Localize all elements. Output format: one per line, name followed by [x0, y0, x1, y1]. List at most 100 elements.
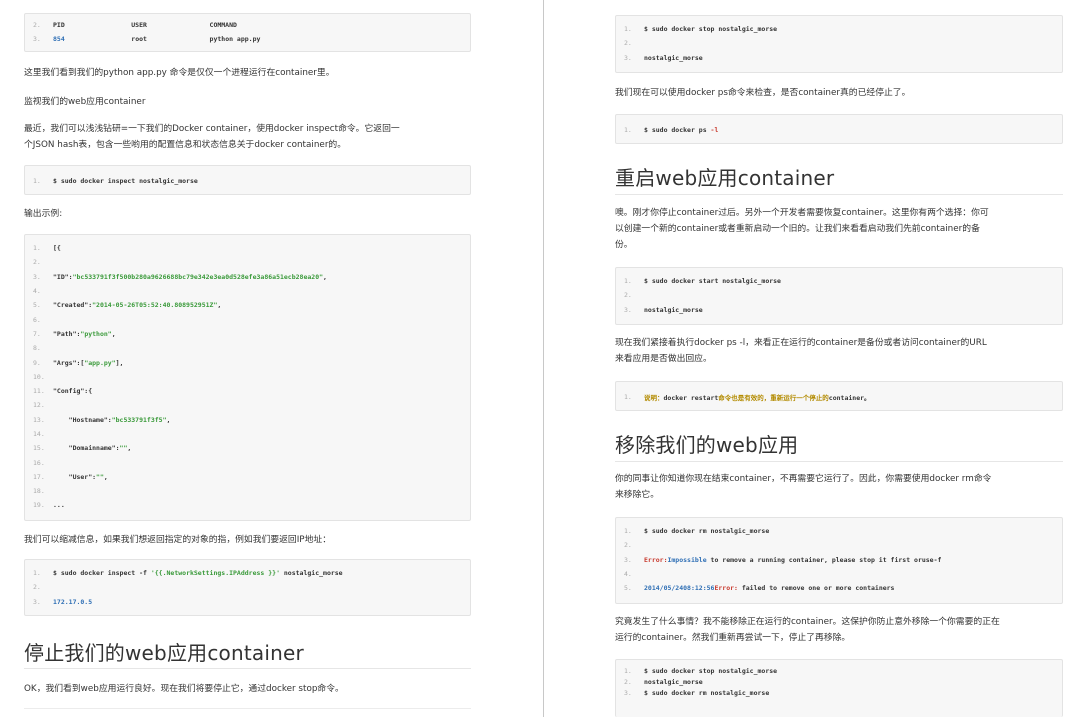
line-number: 19. — [33, 501, 45, 510]
code-line: 6. — [33, 312, 462, 326]
paragraph-stop-intro: OK，我们看到web应用运行良好。现在我们将要停止它，通过docker stop… — [24, 684, 344, 694]
line-number: 1. — [624, 527, 632, 536]
paragraph-ps-check-line1: 现在我们紧接着执行docker ps -l，来看正在运行的container是备… — [615, 338, 987, 348]
heading-underline — [24, 668, 471, 669]
code-token: nostalgic_morse — [644, 53, 703, 62]
code-token: $ sudo docker stop nostalgic_morse — [644, 25, 778, 34]
paragraph-process-note: 这里我们看到我们的python app.py 命令是仅仅一个进程运行在conta… — [24, 68, 335, 78]
line-number: 18. — [33, 487, 45, 496]
line-number: 2. — [33, 583, 41, 592]
code-line: 3. 172.17.0.5 — [33, 595, 462, 609]
code-line: 3. "ID":"bc533791f3f500b280a9626688bc79e3… — [33, 270, 462, 284]
line-number: 3. — [624, 555, 632, 564]
code-text: ... — [53, 501, 65, 509]
line-number: 16. — [33, 458, 45, 467]
code-token: container。 — [828, 394, 871, 403]
code-line: 2. — [624, 288, 1054, 302]
code-line: 5. "Created":"2014-05-26T05:52:40.8089529… — [33, 298, 462, 312]
code-block-json-output: 1. [{2. 3. "ID":"bc533791f3f500b280a9626688… — [24, 234, 471, 521]
code-token: "bc533791f3f500b280a9626688bc79e342e3ea0… — [72, 272, 324, 281]
code-line: 4. — [33, 284, 462, 298]
code-line: 2. — [624, 36, 1054, 50]
paragraph-what-happened-line1: 究竟发生了什么事情？我不能移除正在运行的container。这保护你防止意外移除… — [615, 617, 1000, 627]
code-token: , — [323, 272, 327, 281]
code-line: 2. nostalgic_morse — [624, 676, 1054, 687]
code-token: "Path": — [53, 329, 81, 338]
code-line: 5. 2014/05/2408:12:56Error: failed to rem… — [624, 581, 1054, 595]
code-line: 14. — [33, 427, 462, 441]
line-number: 1. — [624, 666, 632, 675]
code-line: 3. $ sudo docker rm nostalgic_morse — [624, 687, 1054, 698]
code-token: "ID": — [53, 272, 73, 281]
code-text: $ sudo docker ps -l — [644, 126, 718, 134]
code-block-ps: 1. $ sudo docker ps -l — [615, 114, 1063, 144]
code-text: PID USER COMMAND — [53, 21, 237, 29]
code-block-ip: 1. $ sudo docker inspect -f '{{.NetworkSe… — [24, 559, 471, 616]
line-number: 6. — [33, 315, 41, 324]
code-line: 19.... — [33, 498, 462, 512]
line-number: 11. — [33, 387, 45, 396]
code-line: 3. 854 root python app.py — [33, 32, 462, 46]
code-line: 3. nostalgic_morse — [624, 51, 1054, 65]
code-text: 说明：docker restart命令也是有效的，重新运行一个停止的contai… — [644, 392, 871, 402]
code-token: -l — [710, 126, 719, 135]
line-number: 2. — [33, 258, 41, 267]
code-line: 1. 说明：docker restart命令也是有效的，重新运行一个停止的cont… — [624, 390, 1054, 404]
line-number: 4. — [624, 570, 632, 579]
code-token: nostalgic_morse — [279, 569, 343, 578]
code-line: 2. — [624, 538, 1054, 552]
line-number: 3. — [33, 35, 41, 44]
code-line: 17. "User":"", — [33, 470, 462, 484]
line-number: 10. — [33, 372, 45, 381]
code-text: $ sudo docker rm nostalgic_morse — [644, 689, 769, 697]
page-divider — [543, 0, 544, 717]
code-token: "Created": — [53, 301, 93, 310]
code-line: 1. $ sudo docker rm nostalgic_morse — [624, 524, 1054, 538]
page-bottom-line — [24, 708, 471, 709]
code-token: "Domainname": — [53, 444, 120, 453]
code-token: $ sudo docker start nostalgic_morse — [644, 277, 781, 286]
code-text: $ sudo docker stop nostalgic_morse — [644, 667, 777, 675]
code-token: "app.py" — [84, 358, 116, 367]
code-token: "Hostname": — [53, 415, 112, 424]
code-block-start: 1. $ sudo docker start nostalgic_morse 2. 3… — [615, 267, 1063, 325]
code-text: $ sudo docker start nostalgic_morse — [644, 277, 781, 285]
code-text: nostalgic_morse — [644, 306, 703, 314]
code-token: nostalgic_morse — [644, 305, 703, 314]
document-spread: 2. PID USER COMMAND 3. 854 root python app.… — [0, 0, 1080, 717]
line-number: 13. — [33, 415, 45, 424]
paragraph-inspect-line1: 最近，我们可以浅浅钻研=一下我们的Docker container，使用dock… — [24, 124, 400, 134]
code-text: 854 root python app.py — [53, 35, 260, 43]
code-token: 172.17.0.5 — [53, 597, 93, 606]
code-block-process-list: 2. PID USER COMMAND 3. 854 root python app.… — [24, 13, 471, 52]
code-token: "User": — [53, 472, 97, 481]
code-token: , — [166, 415, 171, 424]
paragraph-restart-line1: 噢。刚才你停止container过后。另外一个开发者需要恢复container。… — [615, 208, 989, 218]
code-token: Error: — [714, 584, 738, 593]
code-token: '{{.NetworkSettings.IPAddress }}' — [150, 569, 280, 578]
heading-restart-container: 重启web应用container — [615, 166, 835, 190]
code-line: 1. $ sudo docker ps -l — [624, 123, 1054, 137]
code-text: "Path":"python", — [53, 330, 116, 338]
paragraph-check-stopped: 我们现在可以使用docker ps命令来检查，是否container真的已经停止… — [615, 88, 911, 98]
code-token: ], — [115, 358, 124, 367]
code-token: $ sudo docker stop nostalgic_morse — [644, 666, 778, 675]
code-line: 13. "Hostname":"bc533791f3f5", — [33, 413, 462, 427]
line-number: 1. — [33, 177, 41, 186]
code-token: Impossible — [667, 555, 707, 564]
code-token: 命令也是有效的，重新运行一个停止的 — [718, 394, 829, 403]
heading-underline — [615, 194, 1063, 195]
line-number: 1. — [624, 393, 632, 402]
paragraph-restart-line3: 份。 — [615, 240, 633, 250]
code-token: PID USER COMMAND — [53, 21, 237, 30]
code-token: $ sudo docker inspect nostalgic_morse — [53, 177, 198, 186]
code-text: $ sudo docker inspect -f '{{.NetworkSett… — [53, 569, 343, 577]
code-line: 10. — [33, 370, 462, 384]
code-line: 1. $ sudo docker start nostalgic_morse — [624, 274, 1054, 288]
code-line: 9. "Args":["app.py"], — [33, 355, 462, 369]
code-text: [{ — [53, 244, 61, 252]
section-label-monitor: 监视我们的web应用container — [24, 97, 146, 107]
paragraph-output-example: 输出示例: — [24, 209, 63, 219]
code-line: 2. PID USER COMMAND — [33, 18, 462, 32]
line-number: 7. — [33, 329, 41, 338]
